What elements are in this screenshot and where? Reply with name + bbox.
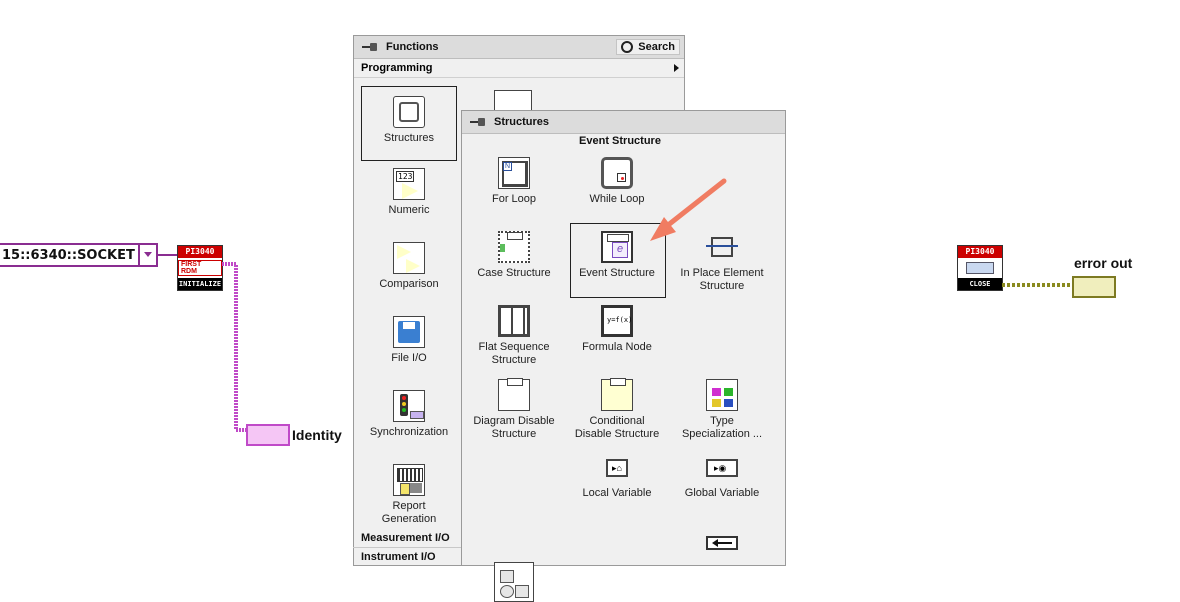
structures-palette-title: Structures <box>494 116 550 128</box>
dropdown-arrow-icon[interactable] <box>138 245 156 265</box>
structures-icon <box>393 96 425 128</box>
palette-item-label: Global Variable <box>684 487 760 499</box>
palette-item-label: Diagram Disable Structure <box>473 415 555 440</box>
palette-item-synchronization[interactable]: Synchronization <box>364 390 454 439</box>
palette-item-label: While Loop <box>589 193 645 205</box>
expand-arrow-icon <box>674 64 679 72</box>
search-button-label: Search <box>638 41 675 53</box>
numeric-icon: 123 <box>393 168 425 200</box>
error-wire <box>1002 283 1076 287</box>
event-structure-icon: e <box>601 231 633 263</box>
programming-category[interactable]: Programming <box>354 59 684 78</box>
search-button[interactable]: Search <box>616 39 680 55</box>
report-generation-icon <box>393 464 425 496</box>
diagram-disable-icon <box>498 378 530 411</box>
for-loop-icon: N <box>498 157 530 189</box>
palette-item-structures[interactable]: Structures <box>364 96 454 145</box>
thumbtack-icon[interactable] <box>470 118 488 126</box>
thumbtack-icon[interactable] <box>362 43 380 51</box>
file-io-icon <box>393 316 425 348</box>
palette-item-diagram-disable[interactable]: Diagram Disable Structure <box>469 378 559 441</box>
palette-item-flat-sequence[interactable]: Flat Sequence Structure <box>469 305 559 367</box>
annotation-arrow-icon <box>650 178 727 241</box>
identity-indicator[interactable] <box>246 424 290 446</box>
section-divider <box>353 547 461 548</box>
initialize-vi-badge: FIRST RDM <box>178 260 222 276</box>
palette-item-label: Comparison <box>379 278 439 290</box>
visa-resource-value: 15::6340::SOCKET <box>2 248 135 263</box>
feedback-node-icon[interactable] <box>706 536 738 550</box>
error-out-indicator[interactable] <box>1072 276 1116 298</box>
comparison-icon <box>393 242 425 274</box>
close-vi-footer: CLOSE <box>958 278 1002 290</box>
palette-item-label: Synchronization <box>369 426 449 438</box>
programming-category-label: Programming <box>361 62 433 74</box>
palette-item-conditional-disable[interactable]: Conditional Disable Structure <box>572 378 662 441</box>
palette-item-report-generation[interactable]: Report Generation <box>364 464 454 526</box>
palette-item-label: Local Variable <box>582 487 652 499</box>
palette-item-numeric[interactable]: 123 Numeric <box>364 168 454 217</box>
palette-item-file-io[interactable]: File I/O <box>364 316 454 365</box>
conditional-disable-icon <box>601 378 633 411</box>
palette-item-for-loop[interactable]: N For Loop <box>469 157 559 206</box>
structures-palette-titlebar: Structures <box>462 111 785 134</box>
close-vi-glyph-icon <box>966 262 994 274</box>
palette-item-label: Event Structure <box>579 267 655 279</box>
palette-item-type-specialization[interactable]: Type Specialization ... <box>677 379 767 441</box>
palette-item-label: Formula Node <box>582 341 652 353</box>
palette-item-label: In Place Element Structure <box>680 267 764 292</box>
formula-node-icon: y=f(x) <box>601 305 633 337</box>
palette-item-comparison[interactable]: Comparison <box>364 242 454 291</box>
identity-label: Identity <box>292 427 342 443</box>
global-variable-icon: ▸◉ <box>706 459 738 477</box>
palette-item-label: Type Specialization ... <box>681 415 763 440</box>
synchronization-icon <box>393 390 425 422</box>
type-specialization-icon <box>706 379 738 411</box>
hover-item-title: Event Structure <box>579 135 661 147</box>
error-out-label: error out <box>1074 255 1133 271</box>
palette-item-label: Conditional Disable Structure <box>574 415 660 440</box>
shapes-decoration-icon[interactable] <box>494 562 534 602</box>
resource-wire <box>158 254 178 256</box>
palette-item-label: File I/O <box>391 352 427 364</box>
section-measurement-io[interactable]: Measurement I/O <box>361 532 450 544</box>
palette-item-case-structure[interactable]: Case Structure <box>469 231 559 280</box>
initialize-vi-header: PI3040 <box>178 246 222 258</box>
initialize-vi[interactable]: PI3040 FIRST RDM INITIALIZE <box>177 245 223 291</box>
search-icon <box>621 41 634 53</box>
palette-item-label: Report Generation <box>381 500 437 525</box>
palette-item-formula-node[interactable]: y=f(x) Formula Node <box>572 305 662 354</box>
palette-item-label: For Loop <box>491 193 537 205</box>
palette-item-label: Case Structure <box>477 267 551 279</box>
section-instrument-io[interactable]: Instrument I/O <box>361 551 436 563</box>
palette-item-label: Numeric <box>388 204 430 216</box>
array-icon[interactable] <box>494 90 532 110</box>
functions-palette-title: Functions <box>386 41 439 53</box>
palette-item-local-variable[interactable]: ▸⌂ Local Variable <box>572 459 662 500</box>
visa-resource-control[interactable]: 15::6340::SOCKET <box>0 243 158 267</box>
palette-item-label: Structures <box>383 132 435 144</box>
flat-sequence-icon <box>498 305 530 337</box>
initialize-vi-footer: INITIALIZE <box>178 278 222 290</box>
local-variable-icon: ▸⌂ <box>606 459 628 477</box>
case-structure-icon <box>498 231 530 263</box>
close-vi[interactable]: PI3040 CLOSE <box>957 245 1003 291</box>
palette-item-global-variable[interactable]: ▸◉ Global Variable <box>677 459 767 500</box>
while-loop-icon <box>601 157 633 189</box>
palette-item-label: Flat Sequence Structure <box>478 341 550 366</box>
functions-palette-titlebar: Functions Search <box>354 36 684 59</box>
class-wire <box>222 262 250 432</box>
close-vi-header: PI3040 <box>958 246 1002 258</box>
